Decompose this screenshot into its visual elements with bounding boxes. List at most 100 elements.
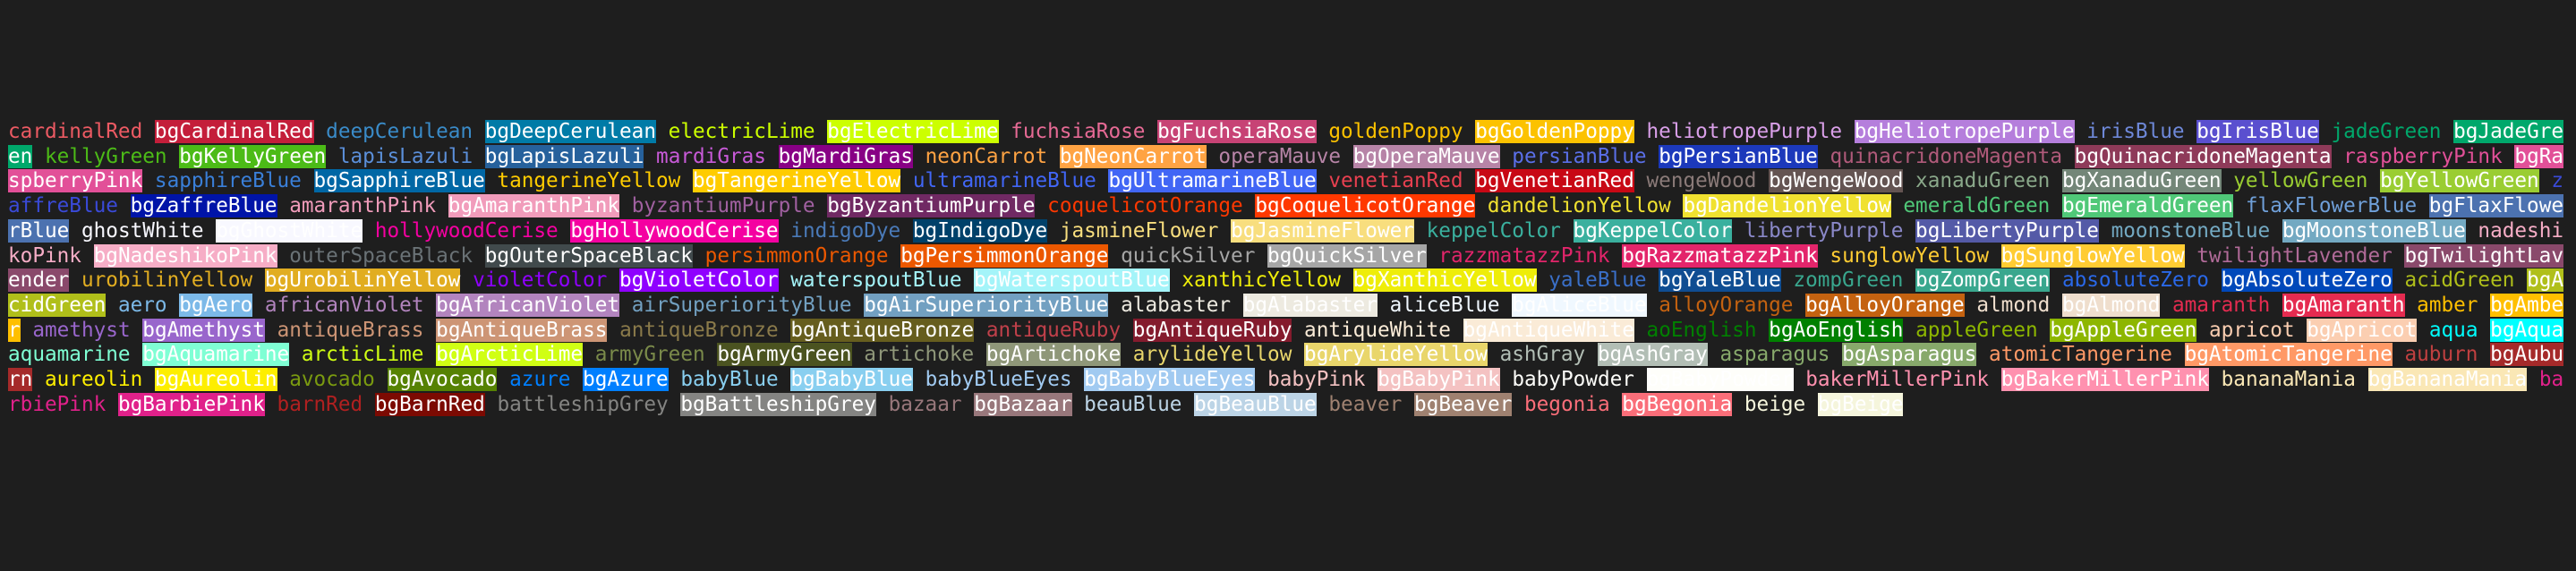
terminal-output: cardinalRed bgCardinalRed deepCerulean b… xyxy=(8,120,2570,417)
bg-color-sample: bgZaffreBlue xyxy=(130,194,277,218)
bg-color-sample: bgFuchsiaRose xyxy=(1157,120,1317,143)
bg-color-sample: bgBabyBlue xyxy=(790,368,913,392)
fg-color-sample: arcticLime xyxy=(301,343,424,367)
bg-color-sample: bgBarbiePink xyxy=(117,392,265,416)
fg-color-sample: deepCerulean xyxy=(326,120,473,143)
bg-color-sample: bgGhostWhite xyxy=(216,218,363,243)
bg-color-sample: bgBabyPowder xyxy=(1646,368,1794,392)
bg-color-sample: bgAmaranth xyxy=(2282,293,2405,317)
bg-color-sample: bgBabyBlueEyes xyxy=(1084,368,1256,392)
bg-color-sample: bgUrobilinYellow xyxy=(264,268,461,293)
fg-color-sample: emeraldGreen xyxy=(1903,194,2051,218)
fg-color-sample: aquamarine xyxy=(8,343,131,367)
bg-color-sample: bgAero xyxy=(179,293,253,317)
bg-color-sample: bgByzantiumPurple xyxy=(827,194,1036,218)
fg-color-sample: xanthicYellow xyxy=(1181,268,1341,293)
fg-color-sample: beaver xyxy=(1328,392,1403,416)
bg-color-sample: bgZompGreen xyxy=(1915,268,2051,293)
bg-color-sample: bgJasmineFlower xyxy=(1231,218,1414,243)
bg-color-sample: bgCoquelicotOrange xyxy=(1255,194,1476,218)
bg-color-sample: bgXanthicYellow xyxy=(1352,268,1537,293)
bg-color-sample: bgBabyPink xyxy=(1378,368,1500,392)
fg-color-sample: africanViolet xyxy=(264,293,424,317)
fg-color-sample: antiqueBronze xyxy=(619,318,779,342)
bg-color-sample: bgMoonstoneBlue xyxy=(2282,218,2466,243)
bg-color-sample: bgBeauBlue xyxy=(1194,392,1317,416)
fg-color-sample: razzmatazzPink xyxy=(1438,243,1610,268)
fg-color-sample: fuchsiaRose xyxy=(1011,120,1146,143)
bg-color-sample: bgHollywoodCerise xyxy=(570,218,779,243)
fg-color-sample: raspberryPink xyxy=(2343,144,2503,168)
fg-color-sample: alabaster xyxy=(1121,293,1232,317)
bg-color-sample: bgDandelionYellow xyxy=(1683,194,1891,218)
fg-color-sample: antiqueBrass xyxy=(277,318,424,342)
fg-color-sample: atomicTangerine xyxy=(1989,343,2172,367)
bg-color-sample: bgAntiqueWhite xyxy=(1463,318,1634,342)
fg-color-sample: almond xyxy=(1976,293,2051,317)
fg-color-sample: sapphireBlue xyxy=(154,169,302,193)
fg-color-sample: aqua xyxy=(2428,318,2478,342)
bg-color-sample: bgArcticLime xyxy=(436,343,584,367)
fg-color-sample: armyGreen xyxy=(594,343,705,367)
fg-color-sample: ashGray xyxy=(1499,343,1586,367)
fg-color-sample: azure xyxy=(509,368,571,392)
fg-color-sample: beige xyxy=(1744,392,1806,416)
fg-color-sample: amber xyxy=(2417,293,2478,317)
bg-color-sample: bgArmyGreen xyxy=(717,343,852,367)
bg-color-sample: bgAntiqueBronze xyxy=(790,318,975,342)
bg-color-sample: bgBeige xyxy=(1817,392,1904,416)
fg-color-sample: arylideYellow xyxy=(1132,343,1292,367)
bg-color-sample: bgAppleGreen xyxy=(2050,318,2197,342)
fg-color-sample: ultramarineBlue xyxy=(912,169,1096,193)
fg-color-sample: yaleBlue xyxy=(1548,268,1647,293)
fg-color-sample: babyBlue xyxy=(680,368,779,392)
fg-color-sample: aoEnglish xyxy=(1646,318,1757,342)
fg-color-sample: neonCarrot xyxy=(925,144,1048,168)
fg-color-sample: sunglowYellow xyxy=(1830,243,1989,268)
fg-color-sample: waterspoutBlue xyxy=(790,268,962,293)
bg-color-sample: bgNeonCarrot xyxy=(1059,144,1207,168)
bg-color-sample: bgAlmond xyxy=(2062,293,2161,317)
bg-color-sample: bgAntiqueBrass xyxy=(436,318,608,342)
fg-color-sample: aliceBlue xyxy=(1389,293,1500,317)
fg-color-sample: airSuperiorityBlue xyxy=(631,293,852,317)
bg-color-sample: bgAmethyst xyxy=(142,318,265,342)
bg-color-sample: bgVioletColor xyxy=(619,268,779,293)
fg-color-sample: bakerMillerPink xyxy=(1805,368,1990,392)
bg-color-sample: bgEmeraldGreen xyxy=(2061,194,2234,218)
fg-color-sample: lapisLazuli xyxy=(337,144,473,168)
bg-color-sample: bgAsparagus xyxy=(1842,343,1977,367)
bg-color-sample: bgAliceBlue xyxy=(1512,293,1647,317)
bg-color-sample: bgIrisBlue xyxy=(2196,120,2319,143)
bg-color-sample: bgUltramarineBlue xyxy=(1108,169,1317,193)
fg-color-sample: apricot xyxy=(2208,318,2295,342)
bg-color-sample: bgBattleshipGrey xyxy=(680,392,876,416)
fg-color-sample: operaMauve xyxy=(1218,144,1342,168)
bg-color-sample: bgNadeshikoPink xyxy=(93,243,277,268)
bg-color-sample: bgOperaMauve xyxy=(1352,144,1500,168)
fg-color-sample: goldenPoppy xyxy=(1328,120,1463,143)
bg-color-sample: bgAlloyOrange xyxy=(1805,293,1965,317)
bg-color-sample: bgTangerineYellow xyxy=(692,169,901,193)
bg-color-sample: bgQuinacridoneMagenta xyxy=(2074,144,2332,168)
bg-color-sample: bgWaterspoutBlue xyxy=(974,268,1170,293)
fg-color-sample: alloyOrange xyxy=(1659,293,1794,317)
bg-color-sample: bgBazaar xyxy=(974,392,1072,416)
bg-color-sample: bgHeliotropePurple xyxy=(1854,120,2075,143)
bg-color-sample: bgGoldenPoppy xyxy=(1475,120,1634,143)
bg-color-sample: bgQuickSilver xyxy=(1267,243,1427,268)
bg-color-sample: bgAzure xyxy=(583,368,669,392)
bg-color-sample: bgKeppelColor xyxy=(1573,218,1733,243)
fg-color-sample: outerSpaceBlack xyxy=(289,243,473,268)
fg-color-sample: yellowGreen xyxy=(2233,169,2368,193)
bg-color-sample: bgApricot xyxy=(2307,318,2418,342)
bg-color-sample: bgIndigoDye xyxy=(912,218,1048,243)
fg-color-sample: zompGreen xyxy=(1793,268,1904,293)
fg-color-sample: jasmineFlower xyxy=(1059,218,1219,243)
fg-color-sample: acidGreen xyxy=(2404,268,2515,293)
fg-color-sample: absoluteZero xyxy=(2061,268,2209,293)
bg-color-sample: bgBananaMania xyxy=(2367,368,2528,392)
fg-color-sample: kellyGreen xyxy=(45,144,167,168)
fg-color-sample: irisBlue xyxy=(2086,120,2185,143)
fg-color-sample: byzantiumPurple xyxy=(631,194,815,218)
